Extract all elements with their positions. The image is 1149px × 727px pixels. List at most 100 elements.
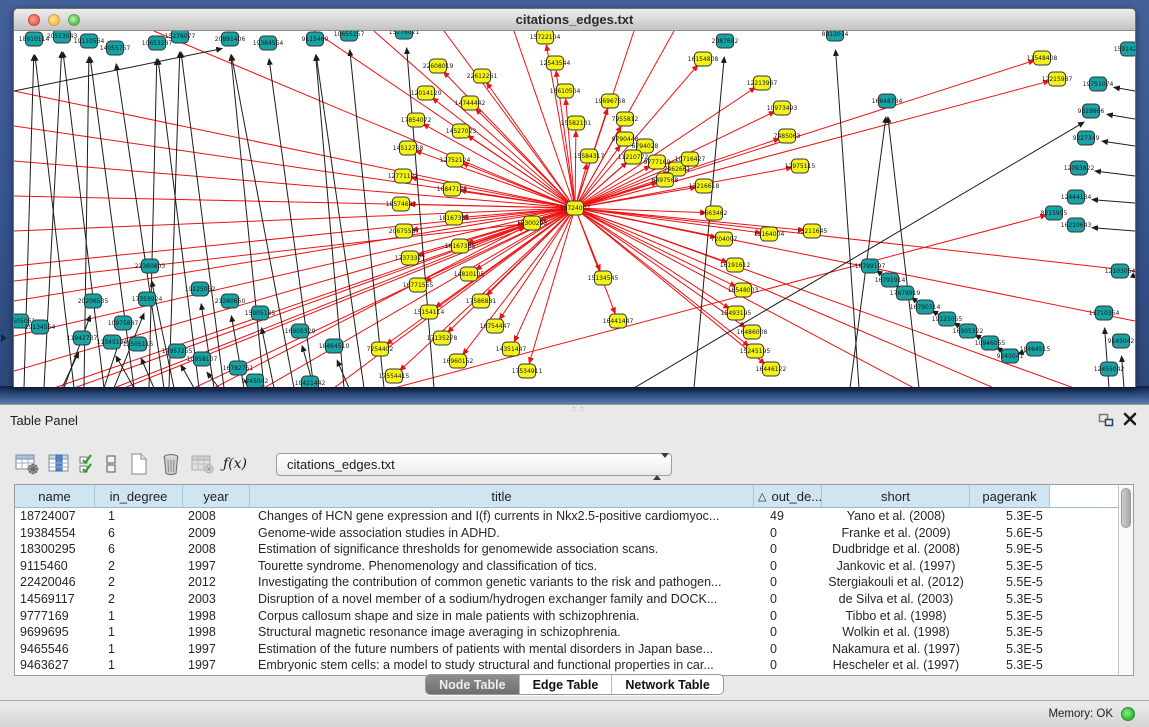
- cell-year[interactable]: 2008: [183, 508, 250, 525]
- graph-node[interactable]: 22608019: [423, 59, 454, 73]
- memory-ok-icon[interactable]: [1121, 707, 1135, 721]
- tab-node-table[interactable]: Node Table: [426, 675, 518, 694]
- graph-node[interactable]: 15245195: [740, 344, 771, 358]
- cell-out_de[interactable]: 0: [754, 558, 822, 575]
- cell-in_degree[interactable]: 1: [95, 641, 183, 658]
- column-header-title[interactable]: title: [250, 485, 754, 507]
- cell-short[interactable]: de Silva et al. (2003): [822, 591, 970, 608]
- graph-node[interactable]: 11548408: [1027, 51, 1058, 65]
- graph-node[interactable]: 14512758: [393, 141, 424, 155]
- zoom-traffic-light-icon[interactable]: [68, 14, 80, 26]
- cell-name[interactable]: 9463627: [15, 657, 95, 674]
- cell-out_de[interactable]: 0: [754, 641, 822, 658]
- table-mode-button[interactable]: [14, 451, 40, 477]
- graph-node[interactable]: 14055757: [100, 41, 131, 55]
- graph-node[interactable]: 7254402: [367, 342, 394, 356]
- cell-name[interactable]: 14569117: [15, 591, 95, 608]
- cell-year[interactable]: 2009: [183, 525, 250, 542]
- cell-year[interactable]: 2012: [183, 574, 250, 591]
- graph-node[interactable]: 19696758: [595, 94, 626, 108]
- cell-year[interactable]: 1998: [183, 624, 250, 641]
- graph-node[interactable]: 7955812: [612, 112, 639, 126]
- graph-node[interactable]: 9663462: [701, 206, 728, 220]
- cell-name[interactable]: 9115460: [15, 558, 95, 575]
- graph-node[interactable]: 16154808: [688, 52, 719, 66]
- float-panel-icon[interactable]: [1098, 413, 1114, 427]
- graph-node[interactable]: 9245042: [242, 374, 269, 387]
- row-height-button[interactable]: [102, 451, 120, 477]
- cell-short[interactable]: Franke et al. (2009): [822, 525, 970, 542]
- column-header-out_de[interactable]: △out_de...: [754, 485, 822, 507]
- cell-name[interactable]: 18300295: [15, 541, 95, 558]
- network-canvas[interactable]: 1872400716154808122139671097349374850631…: [14, 31, 1135, 387]
- graph-node[interactable]: 18421442: [295, 376, 326, 387]
- graph-node[interactable]: 21360803: [135, 259, 166, 273]
- cell-name[interactable]: 18724007: [15, 508, 95, 525]
- graph-node[interactable]: 15582131: [561, 116, 592, 130]
- cell-in_degree[interactable]: 6: [95, 525, 183, 542]
- graph-node[interactable]: 15905135: [245, 306, 276, 320]
- table-row[interactable]: 946362711997Embryonic stem cells: a mode…: [15, 657, 1118, 674]
- delete-column-button[interactable]: [158, 451, 184, 477]
- function-builder-button[interactable]: ƒ(x): [222, 451, 248, 477]
- graph-node[interactable]: 7485063: [774, 129, 801, 143]
- table-row[interactable]: 1830029562008Estimation of significance …: [15, 541, 1118, 558]
- scrollbar-thumb[interactable]: [1121, 488, 1131, 528]
- graph-node[interactable]: 12103054: [1105, 264, 1135, 278]
- graph-node[interactable]: 16610504: [550, 84, 581, 98]
- graph-node[interactable]: 10655257: [334, 31, 365, 41]
- create-column-button[interactable]: [126, 451, 152, 477]
- graph-node[interactable]: 16790314: [910, 300, 941, 314]
- graph-node[interactable]: 17359924: [132, 292, 163, 306]
- graph-node[interactable]: 9145042: [1108, 334, 1135, 348]
- graph-node[interactable]: 16905320: [285, 324, 316, 338]
- column-header-pagerank[interactable]: pagerank: [970, 485, 1050, 507]
- graph-node[interactable]: 17679919: [890, 286, 921, 300]
- graph-node[interactable]: 10975887: [108, 316, 139, 330]
- graph-node[interactable]: 12014120: [411, 86, 442, 100]
- cell-name[interactable]: 19384554: [15, 525, 95, 542]
- graph-node[interactable]: 2087682: [712, 34, 739, 48]
- cell-pagerank[interactable]: 5.9E-5: [970, 541, 1050, 558]
- cell-title[interactable]: Genome-wide association studies in ADHD.: [250, 525, 754, 542]
- graph-node[interactable]: 22612261: [467, 69, 498, 83]
- close-traffic-light-icon[interactable]: [28, 14, 40, 26]
- cell-name[interactable]: 9777169: [15, 608, 95, 625]
- column-header-year[interactable]: year: [183, 485, 250, 507]
- graph-node[interactable]: 12975115: [785, 159, 816, 173]
- cell-pagerank[interactable]: 5.3E-5: [970, 624, 1050, 641]
- cell-short[interactable]: Dudbridge et al. (2008): [822, 541, 970, 558]
- graph-node[interactable]: 15722104: [530, 31, 561, 44]
- table-row[interactable]: 1456911722003Disruption of a novel membe…: [15, 591, 1118, 608]
- cell-out_de[interactable]: 49: [754, 508, 822, 525]
- cell-year[interactable]: 1997: [183, 558, 250, 575]
- select-column-button[interactable]: [46, 451, 72, 477]
- graph-node[interactable]: 17586881: [466, 294, 497, 308]
- table-source-select[interactable]: citations_edges.txt: [276, 453, 672, 476]
- cell-in_degree[interactable]: 2: [95, 558, 183, 575]
- column-header-short[interactable]: short: [822, 485, 970, 507]
- table-row[interactable]: 911546021997Tourette syndrome. Phenomeno…: [15, 558, 1118, 575]
- cell-short[interactable]: Hescheler et al. (1997): [822, 657, 970, 674]
- graph-node[interactable]: 8215955: [1041, 206, 1068, 220]
- graph-node[interactable]: 20891406: [215, 32, 246, 46]
- graph-node[interactable]: 9329966: [1078, 104, 1105, 118]
- graph-node[interactable]: 20206535: [78, 294, 109, 308]
- panel-collapse-arrow-icon[interactable]: [1, 334, 7, 342]
- graph-node[interactable]: 12093822: [1064, 161, 1095, 175]
- cell-short[interactable]: Nakamura et al. (1997): [822, 641, 970, 658]
- cell-year[interactable]: 1998: [183, 608, 250, 625]
- cell-out_de[interactable]: 0: [754, 608, 822, 625]
- graph-node[interactable]: 16754447: [480, 319, 511, 333]
- graph-node[interactable]: 11710354: [1089, 306, 1120, 320]
- graph-node[interactable]: 7204007: [711, 232, 738, 246]
- cell-out_de[interactable]: 0: [754, 541, 822, 558]
- cell-year[interactable]: 2003: [183, 591, 250, 608]
- graph-node[interactable]: 16782751: [223, 361, 254, 375]
- graph-node[interactable]: 12213967: [747, 76, 778, 90]
- cell-pagerank[interactable]: 5.6E-5: [970, 525, 1050, 542]
- table-row[interactable]: 969969511998Structural magnetic resonanc…: [15, 624, 1118, 641]
- graph-node[interactable]: 18464515: [1020, 342, 1051, 356]
- cell-name[interactable]: 22420046: [15, 574, 95, 591]
- graph-node[interactable]: 13216618: [689, 179, 720, 193]
